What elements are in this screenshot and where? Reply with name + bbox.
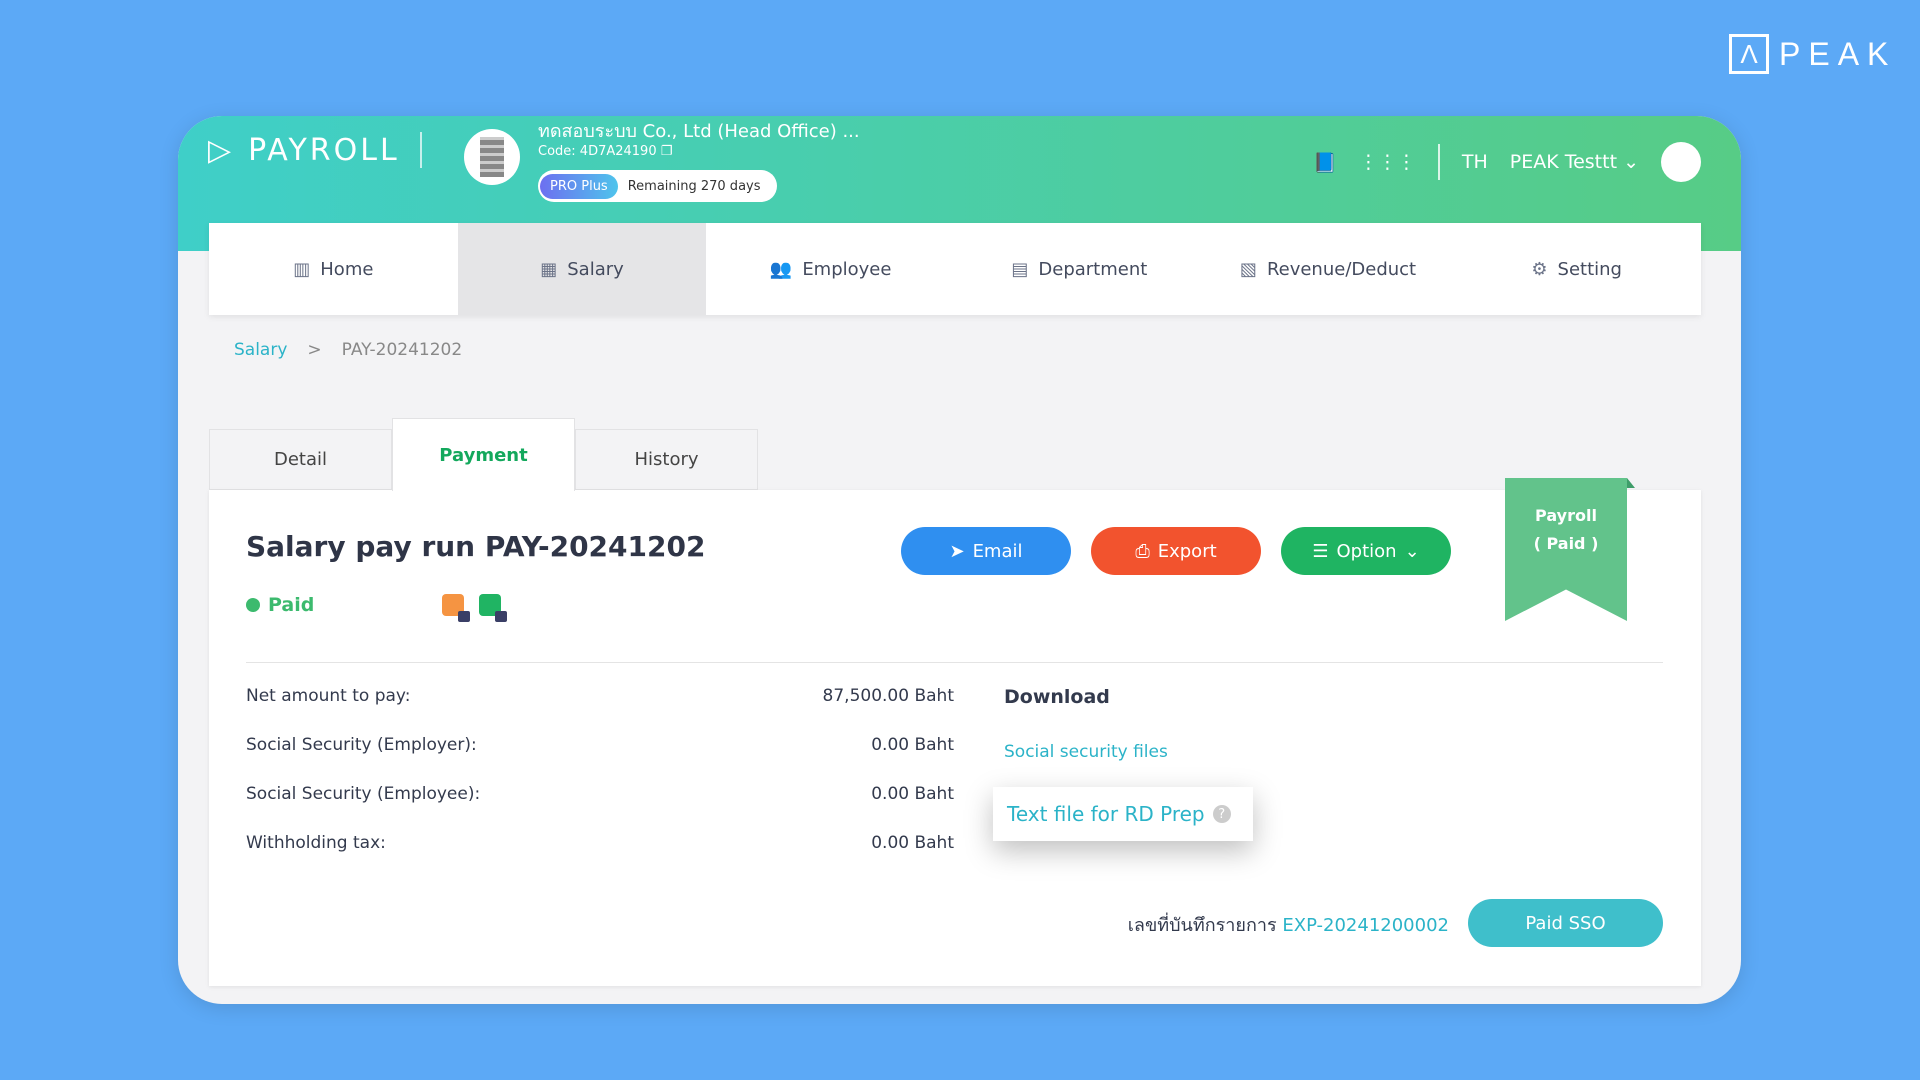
help-icon[interactable]: ? [1212,805,1231,823]
locked-document-icon[interactable] [479,594,507,622]
nav-department[interactable]: ▤ Department [955,223,1204,315]
nav-employee[interactable]: 👥 Employee [706,223,955,315]
summary-row: Withholding tax: 0.00 Baht [246,833,954,853]
peak-logo-icon: Λ [1729,34,1769,74]
divider [1437,144,1440,180]
app-window: ▷ PAYROLL ทดสอบระบบ Co., Ltd (Head Office… [178,116,1741,1004]
download-heading: Download [1004,686,1110,708]
status-badge: Paid [246,594,314,616]
main-nav: ▥ Home ▦ Salary 👥 Employee ▤ Department ▧ Rev… [209,223,1701,315]
status-dot-icon [246,598,260,612]
users-icon: 👥 [769,258,793,280]
nav-setting[interactable]: ⚙ Setting [1452,223,1701,315]
gear-icon: ⚙ [1531,258,1548,280]
payroll-paid-ribbon: Payroll( Paid ) [1505,478,1627,621]
nav-salary[interactable]: ▦ Salary [457,223,707,315]
reference-link[interactable]: EXP-20241200002 [1282,915,1449,936]
send-icon: ➤ [949,540,965,562]
summary-row: Social Security (Employee): 0.00 Baht [246,784,954,804]
social-security-files-link[interactable]: Social security files [1004,742,1168,762]
plan-badge: PRO Plus Remaining 270 days [538,170,777,202]
peak-logo: Λ PEAK [1729,34,1896,74]
page-title: Salary pay run PAY-20241202 [246,530,706,563]
locked-expense-icon[interactable] [442,594,470,622]
ledger-icon: ▧ [1239,258,1257,280]
header-right: 📘 ⋮⋮⋮ TH PEAK Testtt ⌄ [1313,142,1701,182]
breadcrumb-salary[interactable]: Salary [234,340,287,360]
copy-icon[interactable]: ❐ [661,144,673,159]
export-button[interactable]: ⎙ Export [1091,527,1261,575]
apps-grid-icon[interactable]: ⋮⋮⋮ [1359,151,1416,173]
tab-history[interactable]: History [575,429,758,490]
summary-row: Social Security (Employer): 0.00 Baht [246,735,954,755]
printer-icon: ⎙ [1135,540,1150,562]
company-code: Code: 4D7A24190 ❐ [538,144,673,159]
summary-row: Net amount to pay: 87,500.00 Baht [246,686,954,706]
id-card-icon: ▤ [1011,258,1029,280]
plan-remaining: Remaining 270 days [627,178,761,194]
calculator-icon: ▦ [540,258,558,280]
paid-sso-button[interactable]: Paid SSO [1468,899,1663,947]
nav-home[interactable]: ▥ Home [209,223,458,315]
option-button[interactable]: ☰ Option ⌄ [1281,527,1451,575]
divider [246,662,1663,663]
ribbon-fold [1627,478,1635,488]
payroll-icon: ▷ [208,132,235,168]
building-icon [480,137,504,177]
email-button[interactable]: ➤ Email [901,527,1071,575]
tab-detail[interactable]: Detail [209,429,392,490]
avatar[interactable] [1661,142,1701,182]
reference-number: เลขที่บันทึกรายการ EXP-20241200002 [1127,915,1449,936]
plan-name: PRO Plus [540,173,618,199]
payroll-logo[interactable]: ▷ PAYROLL [208,132,422,168]
chevron-down-icon: ⌄ [1623,151,1639,173]
payment-panel: Salary pay run PAY-20241202 Paid ➤ Email … [209,478,1701,986]
breadcrumb-current: PAY-20241202 [341,340,463,360]
breadcrumb: Salary > PAY-20241202 [234,340,463,360]
language-toggle[interactable]: TH [1462,151,1488,173]
company-name[interactable]: ทดสอบระบบ Co., Ltd (Head Office) ... [538,116,860,145]
chevron-down-icon: ⌄ [1404,540,1420,562]
rd-prep-text-file-link[interactable]: Text file for RD Prep? [993,787,1253,841]
tab-payment[interactable]: Payment [392,418,575,491]
company-avatar[interactable] [464,129,520,185]
menu-icon: ☰ [1312,540,1329,562]
chart-icon: ▥ [293,258,311,280]
divider [419,132,422,168]
user-menu[interactable]: PEAK Testtt ⌄ [1510,151,1639,173]
help-book-icon[interactable]: 📘 [1313,151,1337,174]
nav-revenue-deduct[interactable]: ▧ Revenue/Deduct [1204,223,1453,315]
